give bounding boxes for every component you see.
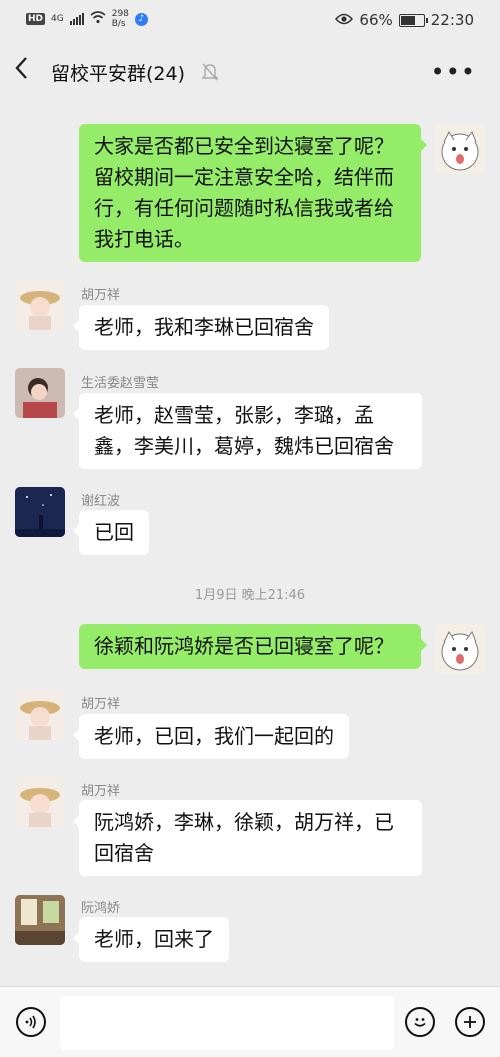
incoming-message[interactable]: 老师，已回，我们一起回的	[73, 714, 349, 759]
plus-icon[interactable]	[455, 1007, 485, 1037]
timestamp: 1月9日 晚上21:46	[194, 588, 306, 603]
incoming-message[interactable]: 已回	[73, 510, 149, 555]
sender-name: 谢红波	[81, 494, 121, 509]
sender-avatar[interactable]	[15, 690, 65, 740]
message-text: 阮鸿娇，李琳，徐颖，胡万祥，已回宿舍	[94, 810, 394, 865]
back-button[interactable]	[14, 56, 44, 86]
hd-badge: HD	[26, 13, 46, 25]
outgoing-message[interactable]: 大家是否都已安全到达寝室了呢？留校期间一定注意安全哈，结伴而行，有任何问题随时私…	[79, 124, 427, 262]
network-type: 4G	[51, 13, 64, 24]
incoming-message[interactable]: 老师，回来了	[73, 917, 229, 962]
music-icon: ♪	[134, 12, 148, 26]
sender-name: 胡万祥	[81, 784, 121, 799]
message-text: 大家是否都已安全到达寝室了呢？留校期间一定注意安全哈，结伴而行，有任何问题随时私…	[94, 134, 394, 251]
message-text: 徐颖和阮鸿娇是否已回寝室了呢？	[94, 634, 394, 658]
eye-icon	[335, 11, 354, 29]
battery-percent: 66%	[359, 11, 393, 29]
outgoing-message[interactable]: 徐颖和阮鸿娇是否已回寝室了呢？	[79, 624, 427, 669]
voice-icon[interactable]	[16, 1007, 46, 1037]
more-options-button[interactable]: •••	[431, 58, 476, 86]
message-list[interactable]: 大家是否都已安全到达寝室了呢？留校期间一定注意安全哈，结伴而行，有任何问题随时私…	[0, 100, 500, 986]
sender-name: 胡万祥	[81, 697, 121, 712]
wifi-icon	[90, 10, 106, 28]
chat-header: 留校平安群(24) •••	[0, 48, 500, 98]
message-text: 已回	[94, 520, 134, 544]
sender-avatar[interactable]	[15, 895, 65, 945]
network-speed: 298 B/s	[112, 9, 129, 29]
signal-icon	[69, 13, 84, 25]
message-text: 老师，回来了	[94, 927, 214, 951]
message-input[interactable]	[60, 996, 394, 1050]
my-avatar[interactable]	[435, 624, 485, 674]
my-avatar[interactable]	[435, 124, 485, 174]
emoji-icon[interactable]	[405, 1007, 435, 1037]
sender-avatar[interactable]	[15, 368, 65, 418]
speed-value: 298	[111, 9, 129, 19]
incoming-message[interactable]: 老师，我和李琳已回宿舍	[73, 305, 329, 350]
status-bar: HD 4G 298 B/s ♪ 66% 22:30	[0, 0, 500, 42]
chat-title: 留校平安群(24)	[51, 63, 186, 85]
speed-unit: B/s	[111, 19, 126, 29]
sender-avatar[interactable]	[15, 487, 65, 537]
status-left: HD 4G 298 B/s ♪	[26, 9, 148, 29]
sender-avatar[interactable]	[15, 777, 65, 827]
sender-name: 生活委赵雪莹	[81, 376, 160, 391]
status-right: 66% 22:30	[335, 11, 474, 29]
sender-avatar[interactable]	[15, 280, 65, 330]
sender-name: 阮鸿娇	[81, 901, 121, 916]
input-bar	[0, 986, 500, 1057]
message-text: 老师，已回，我们一起回的	[94, 724, 334, 748]
message-text: 老师，赵雪莹，张影，李璐，孟鑫，李美川，葛婷，魏炜已回宿舍	[94, 403, 394, 458]
message-text: 老师，我和李琳已回宿舍	[94, 315, 314, 339]
incoming-message[interactable]: 阮鸿娇，李琳，徐颖，胡万祥，已回宿舍	[73, 800, 422, 876]
clock: 22:30	[430, 11, 474, 29]
battery-icon	[398, 13, 428, 27]
sender-name: 胡万祥	[81, 288, 121, 303]
incoming-message[interactable]: 老师，赵雪莹，张影，李璐，孟鑫，李美川，葛婷，魏炜已回宿舍	[73, 393, 422, 469]
mute-bell-icon	[201, 62, 219, 82]
